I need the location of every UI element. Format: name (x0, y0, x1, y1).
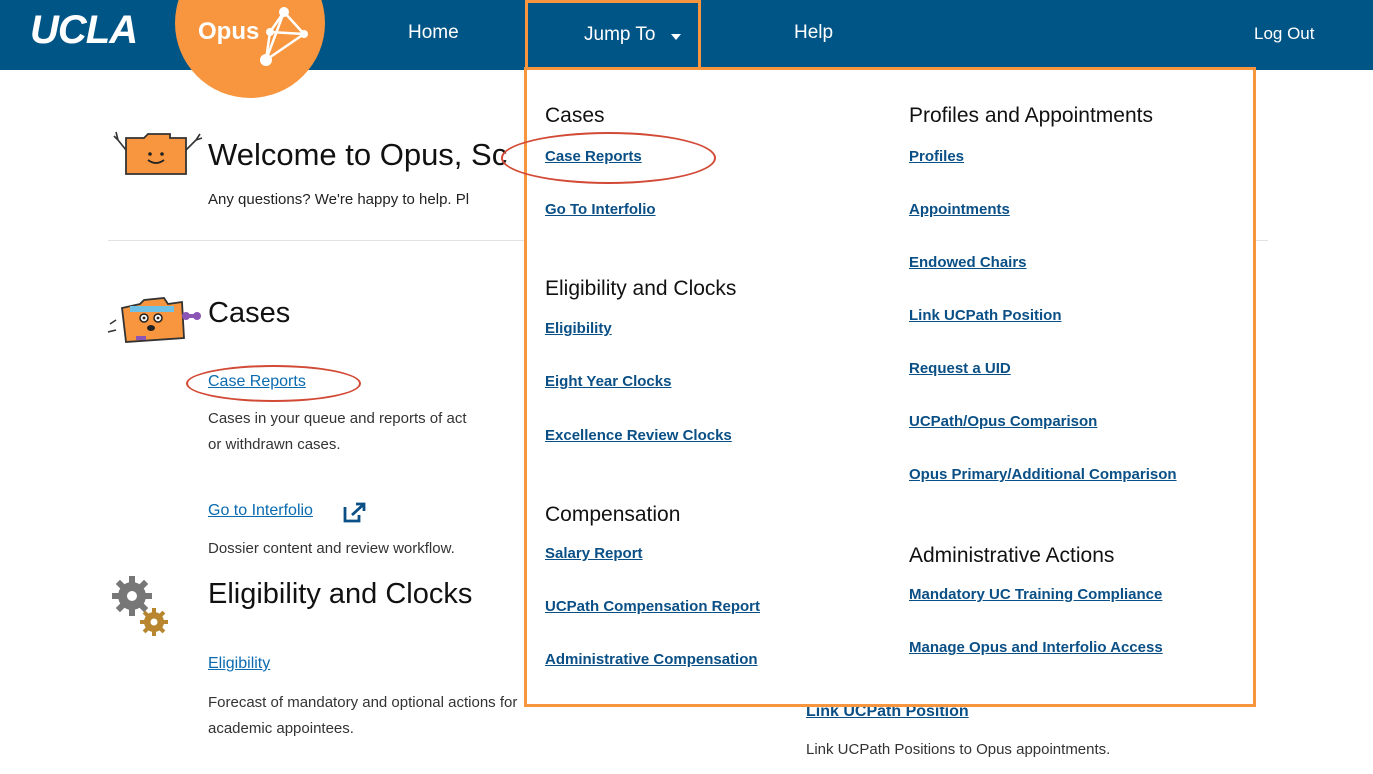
log-out-link[interactable]: Log Out (1254, 24, 1315, 44)
eligibility-description-line2: academic appointees. (208, 720, 354, 737)
eligibility-heading: Eligibility and Clocks (208, 578, 473, 610)
go-to-interfolio-link[interactable]: Go to Interfolio (208, 502, 313, 520)
menu-item-link-ucpath-position[interactable]: Link UCPath Position (909, 307, 1062, 324)
dropdown-heading-administrative-actions: Administrative Actions (909, 544, 1115, 567)
interfolio-description: Dossier content and review workflow. (208, 540, 455, 557)
menu-item-go-to-interfolio[interactable]: Go To Interfolio (545, 201, 656, 218)
menu-item-administrative-compensation[interactable]: Administrative Compensation (545, 651, 758, 668)
top-nav-bar: UCLA Opus Home Jump To Help Log Out (0, 0, 1373, 98)
welcome-title: Welcome to Opus, Sc (208, 137, 508, 172)
dropdown-heading-profiles: Profiles and Appointments (909, 104, 1153, 127)
menu-item-opus-primary-additional-comparison[interactable]: Opus Primary/Additional Comparison (909, 466, 1177, 483)
caret-down-icon (671, 34, 681, 40)
eligibility-description-line1: Forecast of mandatory and optional actio… (208, 694, 518, 711)
ucla-logo[interactable]: UCLA (30, 8, 138, 53)
dropdown-heading-eligibility: Eligibility and Clocks (545, 277, 737, 300)
case-reports-description-line2: or withdrawn cases. (208, 436, 341, 453)
opus-logo[interactable]: Opus (198, 18, 259, 46)
nav-help[interactable]: Help (794, 22, 833, 44)
cases-mascot-icon (107, 297, 201, 343)
menu-item-eligibility[interactable]: Eligibility (545, 320, 612, 337)
welcome-subtitle: Any questions? We're happy to help. Pl (208, 191, 470, 208)
menu-item-endowed-chairs[interactable]: Endowed Chairs (909, 254, 1027, 271)
cases-heading: Cases (208, 297, 291, 329)
menu-item-eight-year-clocks[interactable]: Eight Year Clocks (545, 373, 671, 390)
folder-mascot-icon (113, 131, 203, 175)
menu-item-appointments[interactable]: Appointments (909, 201, 1010, 218)
link-ucpath-description: Link UCPath Positions to Opus appointmen… (806, 741, 1111, 758)
menu-item-salary-report[interactable]: Salary Report (545, 545, 643, 562)
dropdown-heading-compensation: Compensation (545, 503, 681, 526)
menu-item-excellence-review-clocks[interactable]: Excellence Review Clocks (545, 427, 732, 444)
menu-item-manage-opus-and-interfolio-access[interactable]: Manage Opus and Interfolio Access (909, 639, 1163, 656)
menu-item-ucpath-opus-comparison[interactable]: UCPath/Opus Comparison (909, 413, 1097, 430)
opus-network-icon (260, 7, 308, 66)
annotation-circle-case-reports (186, 365, 361, 402)
nav-home[interactable]: Home (408, 22, 459, 44)
menu-item-profiles[interactable]: Profiles (909, 148, 964, 165)
gears-icon (112, 576, 168, 636)
menu-item-mandatory-uc-training-compliance[interactable]: Mandatory UC Training Compliance (909, 586, 1162, 603)
annotation-circle-dropdown-case-reports (501, 132, 716, 184)
nav-jump-to[interactable]: Jump To (525, 0, 701, 70)
jump-to-dropdown-menu: Cases Case Reports Go To Interfolio Elig… (501, 67, 1256, 707)
case-reports-description-line1: Cases in your queue and reports of act (208, 410, 467, 427)
nav-jump-to-label: Jump To (584, 24, 656, 45)
external-link-icon[interactable] (342, 502, 368, 524)
dropdown-heading-cases: Cases (545, 104, 605, 127)
eligibility-link[interactable]: Eligibility (208, 655, 270, 673)
menu-item-request-a-uid[interactable]: Request a UID (909, 360, 1011, 377)
menu-item-ucpath-compensation-report[interactable]: UCPath Compensation Report (545, 598, 760, 615)
